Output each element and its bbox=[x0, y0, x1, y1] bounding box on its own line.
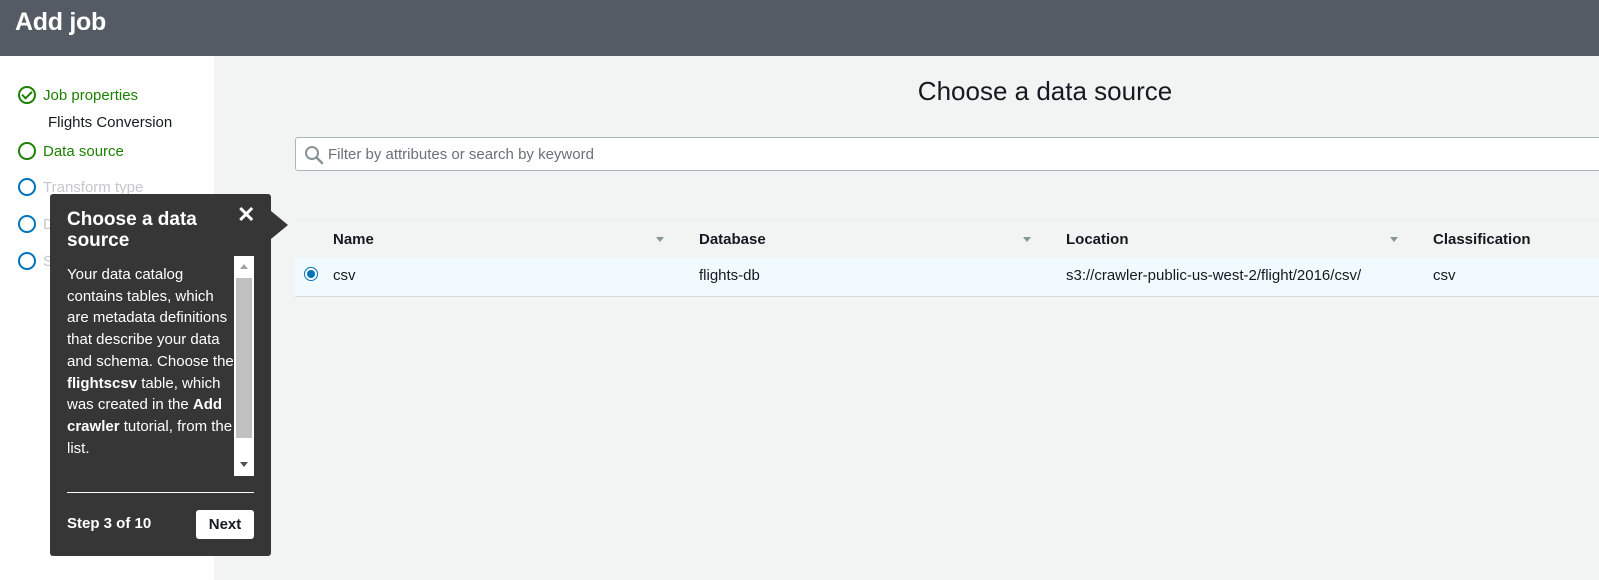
search-icon bbox=[305, 146, 324, 165]
cell-classification: csv bbox=[1433, 267, 1456, 284]
column-header-name[interactable]: Name bbox=[333, 220, 374, 259]
page-title: Add job bbox=[15, 8, 106, 36]
sidebar-step-4[interactable]: D bbox=[18, 215, 54, 233]
tooltip-arrow bbox=[271, 211, 288, 239]
tooltip-title: Choose a data source bbox=[67, 209, 197, 251]
circle-icon bbox=[18, 142, 36, 160]
sidebar-step-label: Transform type bbox=[43, 178, 144, 196]
circle-icon bbox=[18, 178, 36, 196]
sidebar-step-job-properties[interactable]: Job properties bbox=[18, 86, 138, 104]
scroll-down-icon[interactable] bbox=[240, 462, 248, 467]
table-header: Name Database Location Classification bbox=[295, 219, 1599, 258]
scroll-up-icon[interactable] bbox=[240, 264, 248, 269]
check-circle-icon bbox=[18, 86, 36, 104]
close-icon[interactable]: ✕ bbox=[237, 202, 255, 228]
sidebar-step-data-source[interactable]: Data source bbox=[18, 142, 124, 160]
column-header-database[interactable]: Database bbox=[699, 220, 766, 259]
cell-location: s3://crawler-public-us-west-2/flight/201… bbox=[1066, 267, 1362, 284]
circle-icon bbox=[18, 252, 36, 270]
section-title: Choose a data source bbox=[917, 76, 1173, 106]
cell-database: flights-db bbox=[699, 267, 760, 284]
tooltip-bold-text: flightscsv bbox=[67, 374, 138, 392]
tables-grid: Name Database Location Classification cs… bbox=[295, 219, 1599, 297]
row-radio-button[interactable] bbox=[304, 267, 318, 281]
tutorial-tooltip: Choose a data source ✕ Your data catalog… bbox=[50, 194, 288, 556]
tooltip-scrollbar[interactable] bbox=[234, 256, 254, 476]
circle-icon bbox=[18, 215, 36, 233]
tooltip-text: Your data catalog contains tables, which… bbox=[67, 266, 234, 370]
search-input[interactable] bbox=[328, 138, 1528, 170]
tooltip-divider bbox=[67, 492, 254, 493]
column-header-location[interactable]: Location bbox=[1066, 220, 1129, 259]
sidebar-step-label: Job properties bbox=[43, 86, 139, 104]
next-button[interactable]: Next bbox=[196, 510, 254, 539]
job-name-label: Flights Conversion bbox=[48, 114, 173, 131]
search-box bbox=[295, 137, 1599, 171]
sort-caret-icon[interactable] bbox=[1023, 237, 1031, 242]
tooltip-body: Your data catalog contains tables, which… bbox=[67, 264, 235, 464]
column-header-classification[interactable]: Classification bbox=[1433, 220, 1531, 259]
sidebar-step-label: Data source bbox=[43, 142, 124, 160]
scrollbar-thumb[interactable] bbox=[236, 278, 252, 438]
table-row[interactable]: csv flights-db s3://crawler-public-us-we… bbox=[295, 258, 1599, 297]
page-header: Add job bbox=[0, 0, 1599, 56]
cell-name: csv bbox=[333, 267, 356, 284]
sort-caret-icon[interactable] bbox=[656, 237, 664, 242]
sort-caret-icon[interactable] bbox=[1390, 237, 1398, 242]
sidebar-step-5[interactable]: S bbox=[18, 252, 53, 270]
step-counter: Step 3 of 10 bbox=[67, 515, 152, 532]
